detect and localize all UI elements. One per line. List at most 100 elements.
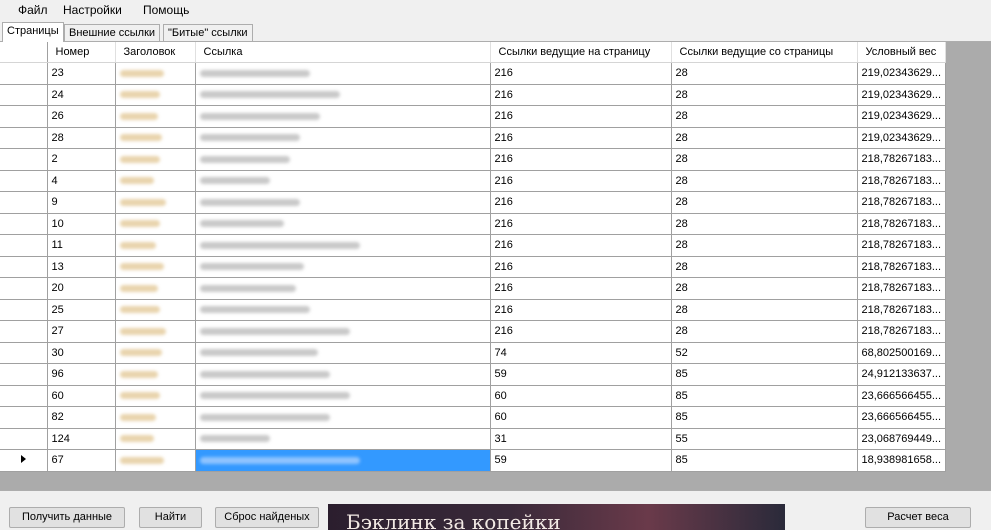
cell-num[interactable]: 26 <box>47 105 116 128</box>
cell-num[interactable]: 60 <box>47 385 116 407</box>
cell-in-links[interactable]: 216 <box>490 299 672 321</box>
cell-num[interactable]: 13 <box>47 256 116 278</box>
cell-link[interactable] <box>195 213 491 235</box>
row-header[interactable] <box>0 148 48 171</box>
table-row[interactable]: 67 59 85 18,938981658... <box>0 449 946 472</box>
cell-link[interactable] <box>195 385 491 407</box>
cell-title[interactable] <box>115 299 196 321</box>
reset-found-button[interactable]: Сброс найденых <box>215 507 319 528</box>
cell-link[interactable] <box>195 277 491 300</box>
cell-weight[interactable]: 218,78267183... <box>857 170 946 192</box>
table-row[interactable]: 60 60 85 23,666566455... <box>0 385 946 407</box>
cell-weight[interactable]: 23,068769449... <box>857 428 946 450</box>
cell-out-links[interactable]: 28 <box>671 170 858 192</box>
tab-pages[interactable]: Страницы <box>2 22 64 42</box>
row-header[interactable] <box>0 320 48 343</box>
cell-in-links[interactable]: 216 <box>490 62 672 85</box>
cell-weight[interactable]: 219,02343629... <box>857 127 946 149</box>
cell-link[interactable] <box>195 234 491 257</box>
cell-num[interactable]: 10 <box>47 213 116 235</box>
table-row[interactable]: 2 216 28 218,78267183... <box>0 148 946 171</box>
cell-link[interactable] <box>195 342 491 364</box>
cell-in-links[interactable]: 59 <box>490 449 672 472</box>
cell-title[interactable] <box>115 84 196 106</box>
cell-out-links[interactable]: 28 <box>671 277 858 300</box>
cell-weight[interactable]: 218,78267183... <box>857 320 946 343</box>
cell-out-links[interactable]: 28 <box>671 127 858 149</box>
cell-in-links[interactable]: 216 <box>490 320 672 343</box>
cell-link[interactable] <box>195 363 491 386</box>
cell-title[interactable] <box>115 127 196 149</box>
cell-out-links[interactable]: 28 <box>671 213 858 235</box>
cell-link[interactable] <box>195 170 491 192</box>
cell-weight[interactable]: 18,938981658... <box>857 449 946 472</box>
table-row[interactable]: 23 216 28 219,02343629... <box>0 62 946 85</box>
cell-out-links[interactable]: 28 <box>671 62 858 85</box>
cell-title[interactable] <box>115 449 196 472</box>
row-header[interactable] <box>0 234 48 257</box>
cell-num[interactable]: 96 <box>47 363 116 386</box>
cell-num[interactable]: 25 <box>47 299 116 321</box>
table-row[interactable]: 96 59 85 24,912133637... <box>0 363 946 386</box>
row-header[interactable] <box>0 342 48 364</box>
cell-title[interactable] <box>115 170 196 192</box>
cell-weight[interactable]: 23,666566455... <box>857 406 946 429</box>
cell-weight[interactable]: 219,02343629... <box>857 105 946 128</box>
cell-in-links[interactable]: 60 <box>490 385 672 407</box>
cell-in-links[interactable]: 60 <box>490 406 672 429</box>
cell-in-links[interactable]: 216 <box>490 213 672 235</box>
table-row[interactable]: 11 216 28 218,78267183... <box>0 234 946 257</box>
cell-title[interactable] <box>115 342 196 364</box>
cell-out-links[interactable]: 28 <box>671 148 858 171</box>
cell-link[interactable] <box>195 256 491 278</box>
table-row[interactable]: 27 216 28 218,78267183... <box>0 320 946 343</box>
cell-title[interactable] <box>115 234 196 257</box>
cell-weight[interactable]: 218,78267183... <box>857 191 946 214</box>
cell-num[interactable]: 20 <box>47 277 116 300</box>
cell-out-links[interactable]: 85 <box>671 449 858 472</box>
row-header[interactable] <box>0 191 48 214</box>
row-header[interactable] <box>0 428 48 450</box>
table-row[interactable]: 82 60 85 23,666566455... <box>0 406 946 429</box>
cell-link[interactable] <box>195 428 491 450</box>
cell-num[interactable]: 11 <box>47 234 116 257</box>
table-row[interactable]: 24 216 28 219,02343629... <box>0 84 946 106</box>
table-row[interactable]: 30 74 52 68,802500169... <box>0 342 946 364</box>
row-header[interactable] <box>0 170 48 192</box>
menu-file[interactable]: Файл <box>18 3 48 17</box>
row-header[interactable] <box>0 127 48 149</box>
row-header[interactable] <box>0 406 48 429</box>
cell-in-links[interactable]: 31 <box>490 428 672 450</box>
cell-title[interactable] <box>115 191 196 214</box>
cell-title[interactable] <box>115 256 196 278</box>
cell-in-links[interactable]: 216 <box>490 148 672 171</box>
cell-weight[interactable]: 218,78267183... <box>857 256 946 278</box>
row-header[interactable] <box>0 449 48 472</box>
cell-in-links[interactable]: 216 <box>490 234 672 257</box>
row-header[interactable] <box>0 62 48 85</box>
cell-weight[interactable]: 218,78267183... <box>857 234 946 257</box>
cell-out-links[interactable]: 85 <box>671 406 858 429</box>
row-header[interactable] <box>0 277 48 300</box>
cell-out-links[interactable]: 28 <box>671 191 858 214</box>
cell-in-links[interactable]: 216 <box>490 127 672 149</box>
cell-num[interactable]: 124 <box>47 428 116 450</box>
cell-out-links[interactable]: 28 <box>671 84 858 106</box>
cell-link[interactable] <box>195 148 491 171</box>
cell-num[interactable]: 30 <box>47 342 116 364</box>
cell-out-links[interactable]: 28 <box>671 320 858 343</box>
cell-weight[interactable]: 23,666566455... <box>857 385 946 407</box>
row-header[interactable] <box>0 256 48 278</box>
cell-weight[interactable]: 218,78267183... <box>857 148 946 171</box>
cell-num[interactable]: 24 <box>47 84 116 106</box>
column-header-num[interactable]: Номер <box>47 42 116 63</box>
cell-in-links[interactable]: 216 <box>490 256 672 278</box>
cell-link[interactable] <box>195 320 491 343</box>
cell-out-links[interactable]: 28 <box>671 105 858 128</box>
table-row[interactable]: 10 216 28 218,78267183... <box>0 213 946 235</box>
cell-link[interactable] <box>195 299 491 321</box>
cell-out-links[interactable]: 28 <box>671 234 858 257</box>
row-header[interactable] <box>0 299 48 321</box>
cell-weight[interactable]: 24,912133637... <box>857 363 946 386</box>
tab-external-links[interactable]: Внешние ссылки <box>64 24 161 41</box>
